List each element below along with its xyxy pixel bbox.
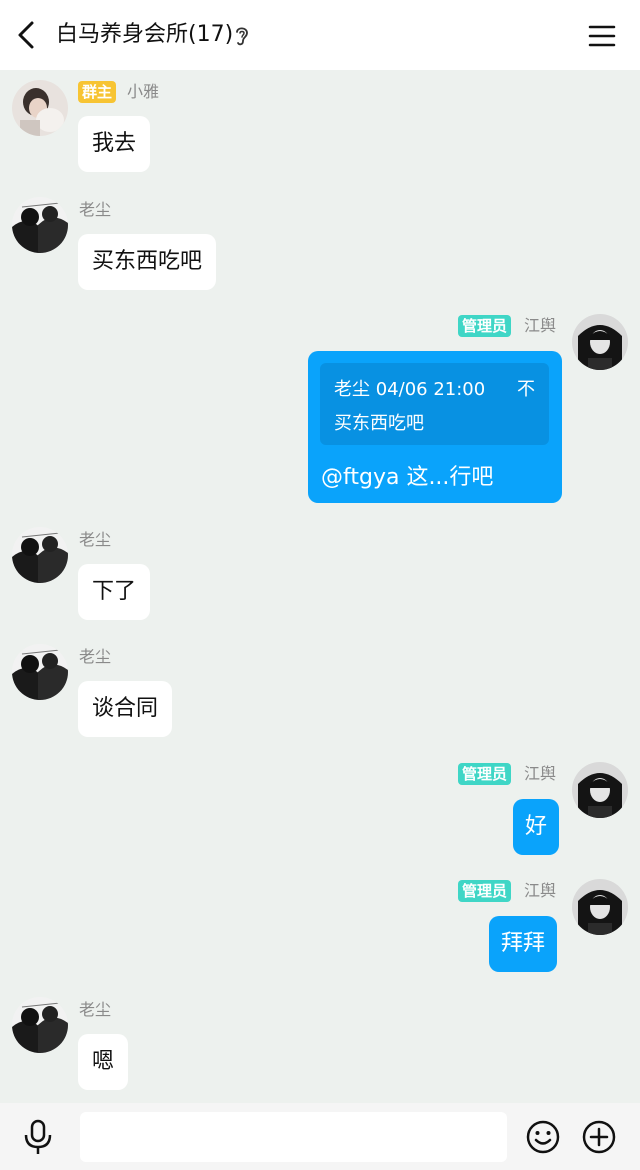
chat-title: 白马养身会所(17): [56, 22, 234, 47]
admin-badge: 管理员: [458, 315, 512, 337]
chevron-left-icon[interactable]: [10, 15, 46, 55]
avatar[interactable]: [12, 80, 68, 136]
avatar[interactable]: [12, 527, 68, 583]
sender-name: 江舆: [524, 316, 557, 335]
message-list[interactable]: 群主 小雅 我去 老尘 买东西吃吧 管理员 江舆 老尘 04/06 21:00 …: [0, 70, 640, 1103]
hamburger-menu-icon[interactable]: [586, 20, 618, 52]
message-bubble[interactable]: 我去: [78, 116, 151, 172]
ear-icon[interactable]: [232, 23, 252, 49]
message-input[interactable]: [80, 1112, 507, 1162]
avatar[interactable]: [12, 197, 68, 253]
chat-header: 白马养身会所(17): [0, 0, 640, 70]
microphone-icon[interactable]: [20, 1117, 56, 1157]
quoted-close-label[interactable]: 不: [517, 375, 535, 401]
input-bar: [0, 1103, 640, 1170]
sender-name: 江舆: [524, 764, 557, 783]
owner-badge: 群主: [78, 81, 117, 103]
quoted-message[interactable]: 老尘 04/06 21:00 不 买东西吃吧: [320, 363, 549, 445]
sender-name: 老尘: [79, 200, 112, 219]
reply-text: @ftgya 这...行吧: [321, 465, 494, 490]
avatar[interactable]: [572, 314, 628, 370]
emoji-icon[interactable]: [525, 1119, 561, 1155]
sender-name: 老尘: [79, 530, 112, 549]
sender-name: 江舆: [524, 881, 557, 900]
message-bubble[interactable]: 下了: [78, 564, 151, 620]
admin-badge: 管理员: [458, 763, 512, 785]
message-bubble[interactable]: 好: [513, 799, 560, 855]
sender-name: 老尘: [79, 1000, 112, 1019]
avatar[interactable]: [572, 879, 628, 935]
sender-name: 小雅: [127, 82, 160, 101]
admin-badge: 管理员: [458, 880, 512, 902]
sender-name: 老尘: [79, 647, 112, 666]
avatar[interactable]: [12, 997, 68, 1053]
reply-message-bubble[interactable]: 老尘 04/06 21:00 不 买东西吃吧 @ftgya 这...行吧: [308, 351, 562, 503]
message-bubble[interactable]: 嗯: [78, 1034, 129, 1090]
message-bubble[interactable]: 买东西吃吧: [78, 234, 217, 290]
quoted-header: 老尘 04/06 21:00: [334, 379, 486, 400]
avatar[interactable]: [572, 762, 628, 818]
plus-circle-icon[interactable]: [581, 1119, 617, 1155]
quoted-text: 买东西吃吧: [334, 413, 424, 434]
avatar[interactable]: [12, 644, 68, 700]
message-bubble[interactable]: 谈合同: [78, 681, 173, 737]
message-bubble[interactable]: 拜拜: [489, 916, 558, 972]
